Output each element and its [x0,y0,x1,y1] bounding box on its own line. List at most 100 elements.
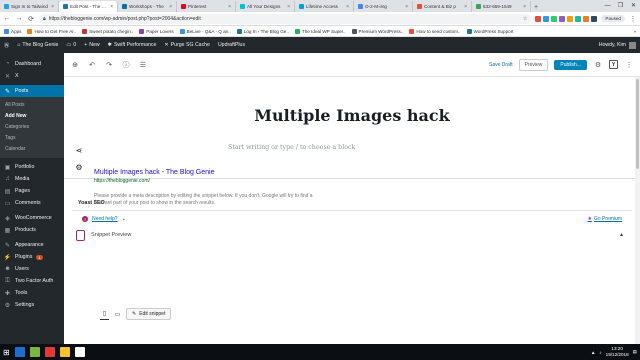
preview-button[interactable]: Preview [518,58,549,71]
taskbar-clock[interactable]: 13:20 19/12/2018 [606,346,629,358]
minimize-button[interactable]: — [601,0,614,12]
browser-tab[interactable]: Lifetime Access × [295,1,354,12]
star-icon[interactable]: ☆ [523,16,527,22]
browser-tab[interactable]: O-2-M-img × [354,1,413,12]
tab-close-icon[interactable]: × [110,4,113,10]
undo-icon[interactable]: ↶ [87,60,97,70]
submenu-add-new[interactable]: Add New [0,111,64,122]
block-placeholder[interactable]: Start writing or type / to choose a bloc… [228,144,355,151]
desktop-preview-icon[interactable]: ▭ [113,309,122,320]
taskbar-app-icon[interactable] [29,347,40,357]
tab-close-icon[interactable]: × [51,4,54,10]
menu-item-dashboard[interactable]: ◔ Dashboard [0,58,64,70]
updraftplus-link[interactable]: UpdraftPlus [218,42,245,48]
extension-icon[interactable] [591,15,598,22]
menu-item-x[interactable]: ✕ X [0,70,64,82]
tab-close-icon[interactable]: × [405,4,408,10]
go-premium-link[interactable]: ★ Go Premium [587,216,622,222]
taskbar-app-icon[interactable] [74,347,85,357]
extension-icon[interactable] [551,15,558,22]
extension-icon[interactable] [543,15,550,22]
forward-icon[interactable]: → [15,15,23,22]
browser-menu-icon[interactable]: ⋮ [629,15,637,23]
menu-item-tools[interactable]: ✚ Tools [0,287,64,299]
bookmark-item[interactable]: BeLive - Q&A - Q an.. [179,28,231,34]
menu-item-two-factor-auth[interactable]: ⚿ Two Factor Auth [0,275,64,287]
maximize-button[interactable]: ❐ [614,0,627,12]
bookmark-item[interactable]: Sweet potato chegin.. [82,28,133,34]
chevron-down-icon[interactable]: ⌄ [122,216,126,222]
snippet-preview-header[interactable]: Snippet Preview ▲ [72,227,632,243]
yoast-icon[interactable]: Y [609,60,618,69]
info-icon[interactable]: ⓘ [121,60,131,70]
submenu-tags[interactable]: Tags [0,133,64,144]
back-icon[interactable]: ← [3,15,11,22]
taskbar-app-icon[interactable] [44,347,55,357]
save-draft-button[interactable]: Save Draft [489,62,513,68]
publish-button[interactable]: Publish... [554,59,587,70]
gear-icon[interactable]: ⚙ [75,163,82,173]
menu-item-pages[interactable]: ▤ Pages [0,185,64,197]
edit-snippet-button[interactable]: ✎ Edit snippet [126,308,172,320]
settings-gear-icon[interactable]: ⚙ [593,60,603,70]
swift-performance-link[interactable]: ✱ Swift Performance [108,42,157,48]
more-options-icon[interactable]: ⋮ [624,60,634,70]
extension-icon[interactable] [535,15,542,22]
browser-tab[interactable]: Content & Biz p × [413,1,472,12]
menu-item-posts[interactable]: ✎ Posts [0,85,64,97]
menu-item-appearance[interactable]: ✎ Appearance [0,239,64,251]
menu-item-comments[interactable]: ▭ Comments [0,197,64,209]
account-menu[interactable]: Howdy, Kim [599,41,636,49]
browser-tab[interactable]: All Your Designs × [236,1,295,12]
bookmark-item[interactable]: Paper Lovers [139,28,174,34]
outline-icon[interactable]: ☰ [138,60,148,70]
bookmark-item[interactable]: Apps [4,28,21,34]
add-block-icon[interactable]: ⊕ [70,60,80,70]
bookmarks-overflow-icon[interactable]: » [633,29,636,34]
extension-icon[interactable] [575,15,582,22]
post-title[interactable]: Multiple Images hack [64,106,640,125]
collapse-arrow-icon[interactable]: ▲ [619,232,624,238]
wordpress-logo-icon[interactable]: Ⓦ [4,42,9,49]
menu-item-settings[interactable]: ⚙ Settings [0,299,64,311]
preview-description[interactable]: Please provide a meta description by edi… [94,193,322,207]
browser-tab[interactable]: Workshops - The × [118,1,177,12]
bookmark-item[interactable]: The Ideal WP Super.. [294,28,346,34]
windows-start-icon[interactable]: ⊞ [3,348,10,357]
reload-icon[interactable]: ⟳ [27,15,35,23]
profile-paused-button[interactable]: Paused [601,15,625,22]
submenu-all-posts[interactable]: All Posts [0,100,64,111]
network-icon[interactable]: ▲ [591,350,596,355]
close-window-button[interactable]: ✕ [627,0,640,12]
extension-icon[interactable] [559,15,566,22]
menu-item-products[interactable]: ▦ Products [0,224,64,236]
share-icon[interactable]: ⋖ [76,146,83,156]
site-name-link[interactable]: ⌂ The Blog Genie [17,42,58,48]
redo-icon[interactable]: ↷ [104,60,114,70]
notifications-icon[interactable]: ▤ [633,349,637,355]
extension-icon[interactable] [567,15,574,22]
taskbar-app-icon[interactable] [14,347,25,357]
bookmark-item[interactable]: How to send custom.. [409,28,461,34]
preview-title[interactable]: Multiple Images hack - The Blog Genie [94,169,334,176]
bookmark-item[interactable]: Log In ‹ The Blog Ge.. [236,28,289,34]
url-text[interactable]: https://thebloggenie.com/wp-admin/post.p… [49,16,520,22]
comments-link[interactable]: ▭ 0 [66,42,76,48]
browser-tab[interactable]: Sign In to Tailwind × [0,1,59,12]
volume-icon[interactable]: ♪ [599,350,601,355]
new-tab-button[interactable]: + [531,2,541,12]
tab-close-icon[interactable]: × [228,4,231,10]
menu-item-plugins[interactable]: ⚡ Plugins 1 [0,251,64,263]
menu-item-users[interactable]: ☻ Users [0,263,64,275]
editor-scrollbar[interactable] [635,77,640,344]
bookmark-item[interactable]: Premium WordPress.. [351,28,403,34]
omnibox[interactable]: 🔒︎ https://thebloggenie.com/wp-admin/pos… [39,13,532,24]
new-content-link[interactable]: + New [84,42,99,48]
need-help-link[interactable]: Need help? [92,216,118,222]
menu-item-woocommerce[interactable]: ◈ WooCommerce [0,212,64,224]
tab-close-icon[interactable]: × [169,4,172,10]
scrollbar-thumb[interactable] [636,79,639,169]
submenu-categories[interactable]: Categories [0,122,64,133]
bookmark-item[interactable]: WordPress Support [466,28,514,34]
extension-icon[interactable] [583,15,590,22]
